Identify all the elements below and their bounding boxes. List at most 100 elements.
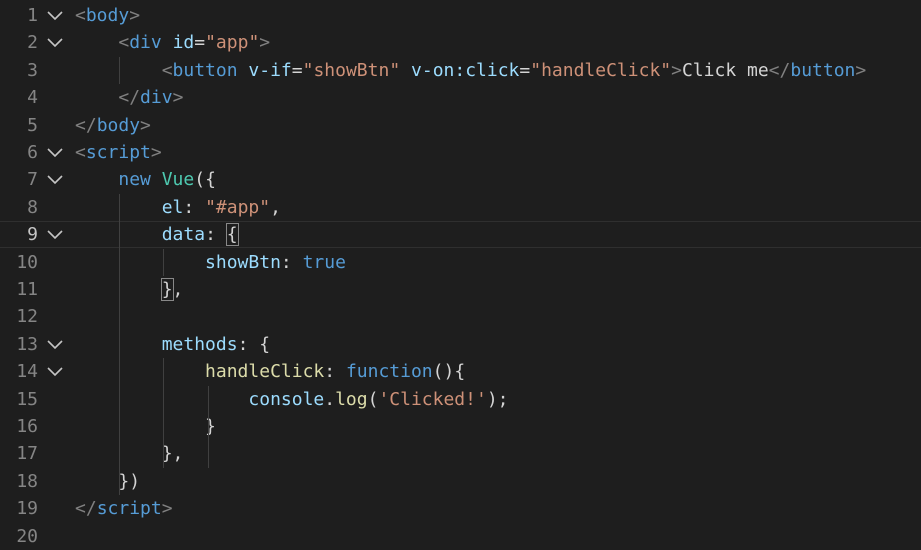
code-line[interactable]: 4 </div>: [0, 84, 921, 111]
fold-chevron-icon[interactable]: [47, 148, 63, 158]
code-token: "showBtn": [302, 59, 401, 81]
code-token: log: [335, 388, 368, 410]
code-line[interactable]: 8 el: "#app",: [0, 194, 921, 221]
code-token: true: [302, 251, 346, 273]
code-token: (){: [432, 361, 466, 383]
code-token: showBtn: [205, 251, 281, 273]
line-number: 10: [16, 251, 38, 273]
code-line[interactable]: 14 handleClick: function(){: [0, 358, 921, 385]
code-token: :: [205, 224, 227, 246]
line-number: 1: [27, 5, 38, 26]
code-line[interactable]: 12: [0, 303, 921, 330]
code-text: }): [75, 468, 140, 495]
code-token: >: [172, 87, 184, 109]
code-text: showBtn: true: [75, 249, 346, 276]
code-token: ({: [194, 169, 216, 191]
code-line[interactable]: 5 </body>: [0, 112, 921, 139]
code-text: },: [75, 440, 184, 467]
fold-chevron-icon[interactable]: [47, 367, 63, 377]
code-token: {: [225, 223, 239, 247]
code-token: >: [855, 59, 867, 81]
code-token: ,: [172, 279, 184, 300]
line-number: 18: [16, 470, 38, 492]
code-token: :: [183, 196, 206, 218]
code-token: .: [324, 388, 336, 410]
code-token: <: [75, 5, 86, 26]
code-text: <div id="app">: [75, 29, 270, 56]
code-token: console: [248, 388, 325, 410]
code-editor[interactable]: 1 <body> 2 <div id="app"> 3 <button v-if="s…: [0, 0, 921, 547]
line-number: 7: [27, 169, 38, 191]
code-text: new Vue({: [75, 166, 216, 193]
code-line[interactable]: 16 }: [0, 413, 921, 440]
code-token: id: [172, 32, 195, 54]
line-number: 11: [16, 279, 38, 300]
code-token: ,: [270, 196, 281, 218]
code-line[interactable]: 17 },: [0, 440, 921, 467]
code-token: function: [345, 361, 433, 383]
code-token: </: [118, 87, 141, 109]
code-line[interactable]: 2 <div id="app">: [0, 29, 921, 56]
fold-chevron-icon[interactable]: [47, 38, 63, 48]
code-text: <body>: [75, 2, 140, 29]
code-token: >: [150, 142, 162, 163]
code-line[interactable]: 6 <script>: [0, 139, 921, 166]
fold-chevron-icon[interactable]: [47, 11, 63, 21]
code-line[interactable]: 13 methods: {: [0, 331, 921, 358]
code-token: <: [75, 142, 86, 163]
line-number: 3: [27, 59, 38, 81]
line-number: 16: [16, 416, 38, 437]
code-text: </div>: [75, 84, 183, 111]
code-line[interactable]: 11 },: [0, 276, 921, 303]
code-text: <script>: [75, 139, 162, 166]
code-token: :: [280, 251, 303, 273]
code-line[interactable]: 20: [0, 523, 921, 550]
line-number: 4: [27, 87, 38, 109]
code-token: <: [161, 59, 173, 81]
code-token: </: [768, 59, 791, 81]
code-line[interactable]: 7 new Vue({: [0, 166, 921, 193]
code-token: "#app": [205, 196, 271, 218]
fold-chevron-icon[interactable]: [47, 230, 63, 240]
code-token: Click me: [681, 59, 769, 81]
code-line[interactable]: 9 data: {: [0, 221, 921, 248]
code-text: console.log('Clicked!');: [75, 386, 508, 413]
code-token: },: [161, 443, 184, 465]
indent-guide: [163, 248, 165, 276]
code-token: >: [671, 59, 682, 81]
code-line[interactable]: 18 }): [0, 468, 921, 495]
code-text: },: [75, 276, 183, 303]
code-token: >: [129, 5, 141, 26]
code-token: button: [172, 59, 238, 81]
line-number: 14: [16, 361, 38, 383]
code-token: }): [118, 470, 141, 492]
code-text: methods: {: [75, 331, 270, 358]
code-token: =: [519, 59, 531, 81]
code-token: >: [140, 114, 151, 136]
fold-chevron-icon[interactable]: [47, 175, 63, 185]
code-token: body: [96, 114, 141, 136]
code-token: methods: [161, 333, 238, 355]
code-token: >: [161, 498, 173, 520]
fold-chevron-icon[interactable]: [47, 340, 63, 350]
code-line[interactable]: 19 </script>: [0, 495, 921, 522]
code-token: v-on:click: [411, 59, 520, 81]
code-line[interactable]: 1 <body>: [0, 2, 921, 29]
code-token: <: [118, 32, 130, 54]
code-text: el: "#app",: [75, 194, 281, 221]
code-line[interactable]: 10 showBtn: true: [0, 249, 921, 276]
code-token: div: [140, 87, 173, 109]
code-token: >: [259, 32, 271, 54]
code-token: =: [291, 59, 303, 81]
code-line[interactable]: 15 console.log('Clicked!');: [0, 386, 921, 413]
code-token: body: [85, 5, 130, 26]
code-token: </: [75, 114, 97, 136]
code-line[interactable]: 3 <button v-if="showBtn" v-on:click="han…: [0, 57, 921, 84]
